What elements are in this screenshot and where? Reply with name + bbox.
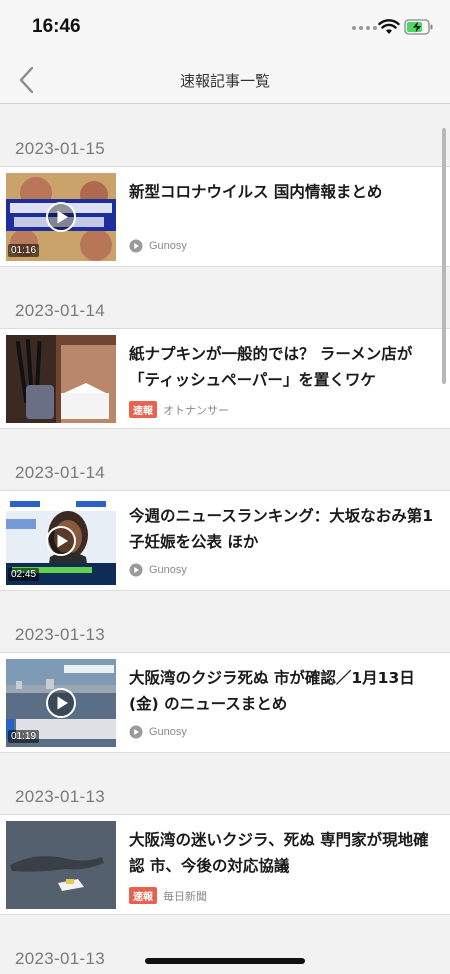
article-title: 新型コロナウイルス 国内情報まとめ bbox=[129, 183, 383, 201]
article-title: 今週のニュースランキング：大坂なおみ第1子妊娠を公表 ほか bbox=[129, 507, 434, 551]
home-indicator[interactable] bbox=[145, 958, 305, 964]
source-name: オトナンサー bbox=[163, 404, 229, 417]
date-header: 2023-01-13 bbox=[0, 915, 450, 974]
article-thumbnail bbox=[6, 335, 116, 423]
article-source: Gunosy bbox=[129, 563, 187, 577]
article-title: 紙ナプキンが一般的では？ ラーメン店が「ティッシュペーパー」を置くワケ bbox=[129, 345, 413, 389]
play-icon bbox=[46, 688, 76, 718]
article-item[interactable]: 02:45 今週のニュースランキング：大坂なおみ第1子妊娠を公表 ほか Guno… bbox=[0, 491, 450, 591]
article-title: 大阪湾の迷いクジラ、死ぬ 専門家が現地確認 市、今後の対応協議 bbox=[129, 831, 429, 875]
play-icon bbox=[46, 202, 76, 232]
video-source-icon bbox=[129, 239, 143, 253]
date-header: 2023-01-14 bbox=[0, 267, 450, 329]
status-time: 16:46 bbox=[32, 16, 81, 37]
video-duration: 02:45 bbox=[8, 568, 40, 581]
video-source-icon bbox=[129, 563, 143, 577]
cellular-signal-icon bbox=[352, 26, 377, 30]
video-duration: 01:16 bbox=[8, 244, 40, 257]
article-item[interactable]: 紙ナプキンが一般的では？ ラーメン店が「ティッシュペーパー」を置くワケ 速報 オ… bbox=[0, 329, 450, 429]
article-source: 速報 オトナンサー bbox=[129, 401, 229, 418]
navigation-bar: 速報記事一覧 bbox=[0, 56, 450, 104]
date-header: 2023-01-15 bbox=[0, 105, 450, 167]
breaking-badge: 速報 bbox=[129, 401, 157, 418]
video-duration: 01:19 bbox=[8, 730, 40, 743]
source-name: Gunosy bbox=[149, 726, 187, 738]
source-name: 毎日新聞 bbox=[163, 890, 207, 903]
article-thumbnail: 01:19 bbox=[6, 659, 116, 747]
article-source: Gunosy bbox=[129, 725, 187, 739]
source-name: Gunosy bbox=[149, 240, 187, 252]
source-name: Gunosy bbox=[149, 564, 187, 576]
article-title: 大阪湾のクジラ死ぬ 市が確認／1月13日 (金) のニュースまとめ bbox=[129, 669, 415, 713]
battery-charging-icon bbox=[404, 19, 433, 35]
article-list[interactable]: 2023-01-15 01:16 新型コロナウイルス 国内情報まとめ Gunos… bbox=[0, 105, 450, 974]
article-item[interactable]: 01:19 大阪湾のクジラ死ぬ 市が確認／1月13日 (金) のニュースまとめ … bbox=[0, 653, 450, 753]
status-bar: 16:46 bbox=[0, 0, 450, 56]
article-item[interactable]: 大阪湾の迷いクジラ、死ぬ 専門家が現地確認 市、今後の対応協議 速報 毎日新聞 bbox=[0, 815, 450, 915]
page-title: 速報記事一覧 bbox=[179, 72, 270, 90]
scrollbar[interactable] bbox=[442, 128, 446, 384]
date-header: 2023-01-13 bbox=[0, 591, 450, 653]
article-item[interactable]: 01:16 新型コロナウイルス 国内情報まとめ Gunosy bbox=[0, 167, 450, 267]
breaking-badge: 速報 bbox=[129, 887, 157, 904]
date-header: 2023-01-13 bbox=[0, 753, 450, 815]
wifi-icon bbox=[378, 19, 400, 34]
article-source: Gunosy bbox=[129, 239, 187, 253]
article-thumbnail bbox=[6, 821, 116, 909]
article-thumbnail: 01:16 bbox=[6, 173, 116, 261]
video-source-icon bbox=[129, 725, 143, 739]
play-icon bbox=[46, 526, 76, 556]
article-source: 速報 毎日新聞 bbox=[129, 887, 207, 904]
date-header: 2023-01-14 bbox=[0, 429, 450, 491]
article-thumbnail: 02:45 bbox=[6, 497, 116, 585]
